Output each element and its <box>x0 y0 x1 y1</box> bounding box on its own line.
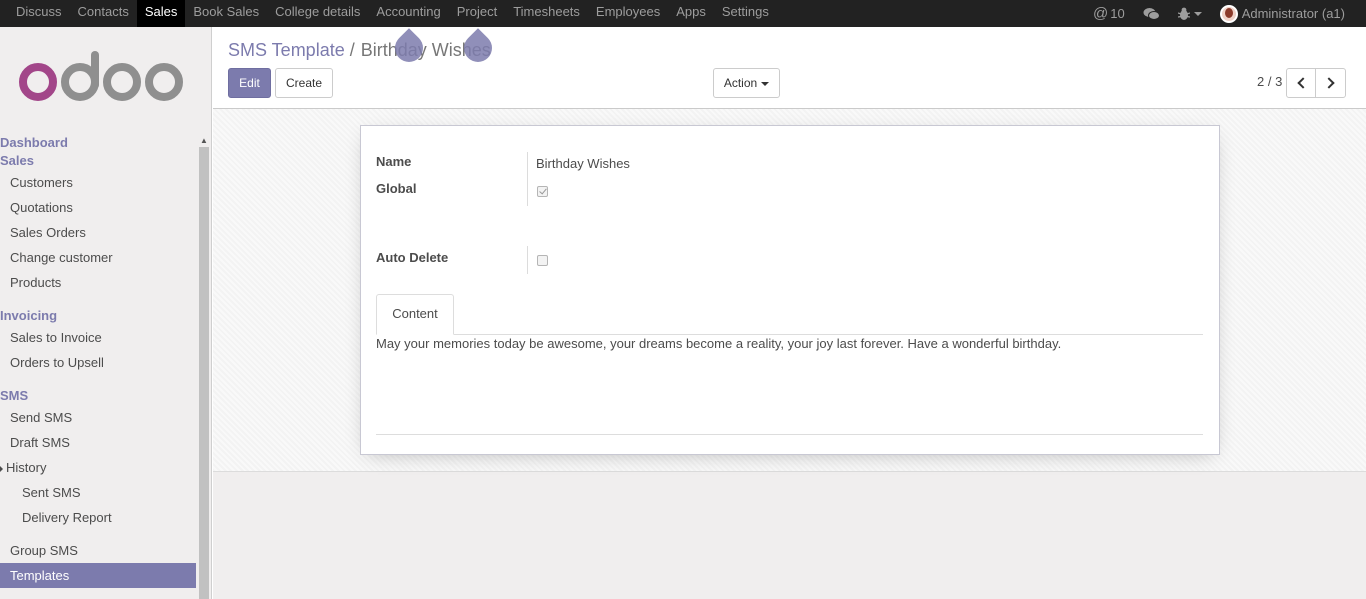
app-menu: Discuss Contacts Sales Book Sales Colleg… <box>0 0 777 27</box>
pager-previous-button[interactable] <box>1286 68 1316 98</box>
create-button[interactable]: Create <box>275 68 333 98</box>
edit-button[interactable]: Edit <box>228 68 271 98</box>
odoo-logo <box>19 51 183 101</box>
name-label: Name <box>376 154 412 169</box>
action-dropdown[interactable]: Action <box>713 68 780 98</box>
sidebar-item-dashboard[interactable]: Dashboard <box>0 134 196 152</box>
name-value[interactable]: Birthday Wishes <box>536 156 630 171</box>
menu-college-details[interactable]: College details <box>267 0 368 27</box>
sidebar-item-templates[interactable]: Templates <box>0 563 196 588</box>
menu-employees[interactable]: Employees <box>588 0 668 27</box>
top-navbar: Discuss Contacts Sales Book Sales Colleg… <box>0 0 1366 27</box>
pager-value[interactable]: 2 / 3 <box>1257 74 1282 89</box>
sidebar-item-customers[interactable]: Customers <box>0 170 196 195</box>
menu-settings[interactable]: Settings <box>714 0 777 27</box>
sidebar-item-products[interactable]: Products <box>0 270 196 295</box>
sidebar-item-orders-to-upsell[interactable]: Orders to Upsell <box>0 350 196 375</box>
notebook-tab-bar <box>376 334 1203 335</box>
scroll-up-arrow-icon[interactable]: ▲ <box>199 135 209 147</box>
breadcrumb-parent-link[interactable]: SMS Template <box>228 40 345 60</box>
sidebar-item-sales-to-invoice[interactable]: Sales to Invoice <box>0 325 196 350</box>
user-menu[interactable]: Administrator (a1) <box>1211 2 1354 26</box>
systray: @ 10 Administrator (a1) <box>1084 0 1366 27</box>
form-sheet: Name Birthday Wishes Global Auto Delete … <box>360 125 1220 455</box>
sidebar-item-change-customer[interactable]: Change customer <box>0 245 196 270</box>
chevron-down-icon <box>1193 11 1202 16</box>
divider <box>376 434 1203 435</box>
control-panel: SMS Template / Birthday Wishes Edit Create… <box>213 27 1366 109</box>
sidebar-section-sms: SMS <box>0 388 29 403</box>
chat-bubbles-icon <box>1143 7 1160 20</box>
empty-area <box>213 472 1366 599</box>
breadcrumb-separator: / <box>349 40 355 60</box>
sidebar-section-invoicing: Invoicing <box>0 308 58 323</box>
tab-content[interactable]: Content <box>376 294 454 335</box>
sidebar-item-send-sms[interactable]: Send SMS <box>0 405 196 430</box>
mentions-button[interactable]: @ 10 <box>1084 2 1134 26</box>
sidebar-group-history[interactable]: History <box>0 455 196 480</box>
user-name: Administrator (a1) <box>1241 5 1345 21</box>
menu-contacts[interactable]: Contacts <box>70 0 137 27</box>
debug-menu-button[interactable] <box>1169 7 1211 20</box>
auto-delete-label: Auto Delete <box>376 250 449 265</box>
chevron-right-icon <box>1323 77 1335 89</box>
mentions-count: 10 <box>1110 5 1125 21</box>
menu-apps[interactable]: Apps <box>668 0 714 27</box>
menu-discuss[interactable]: Discuss <box>8 0 70 27</box>
sidebar-item-draft-sms[interactable]: Draft SMS <box>0 430 196 455</box>
messages-button[interactable] <box>1134 7 1169 21</box>
action-label: Action <box>723 76 758 90</box>
sidebar-item-delivery-report[interactable]: Delivery Report <box>0 505 196 530</box>
content-text[interactable]: May your memories today be awesome, your… <box>376 336 1061 351</box>
sidebar-scrollbar-thumb[interactable] <box>199 147 209 599</box>
global-checkbox[interactable] <box>537 186 548 197</box>
pager-next-button[interactable] <box>1315 68 1346 98</box>
chevron-down-icon <box>761 81 770 86</box>
menu-sales[interactable]: Sales <box>136 0 186 27</box>
menu-project[interactable]: Project <box>449 0 505 27</box>
breadcrumb: SMS Template / Birthday Wishes <box>228 40 491 61</box>
auto-delete-checkbox[interactable] <box>537 255 548 266</box>
field-separator <box>527 152 528 206</box>
menu-timesheets[interactable]: Timesheets <box>505 0 588 27</box>
bug-icon <box>1177 7 1190 20</box>
avatar <box>1219 4 1238 23</box>
sidebar-item-sent-sms[interactable]: Sent SMS <box>0 480 196 505</box>
chevron-left-icon <box>1296 77 1309 89</box>
sidebar-menu: Dashboard Sales Customers Quotations Sal… <box>0 134 196 588</box>
sidebar-item-quotations[interactable]: Quotations <box>0 195 196 220</box>
sidebar-item-sales-orders[interactable]: Sales Orders <box>0 220 196 245</box>
sidebar-item-group-sms[interactable]: Group SMS <box>0 538 196 563</box>
menu-book-sales[interactable]: Book Sales <box>185 0 267 27</box>
menu-accounting[interactable]: Accounting <box>368 0 448 27</box>
sidebar-section-sales: Sales <box>0 153 34 168</box>
global-label: Global <box>376 181 417 196</box>
at-icon: @ <box>1092 4 1109 22</box>
sidebar: Dashboard Sales Customers Quotations Sal… <box>0 27 212 599</box>
field-separator <box>527 246 528 274</box>
